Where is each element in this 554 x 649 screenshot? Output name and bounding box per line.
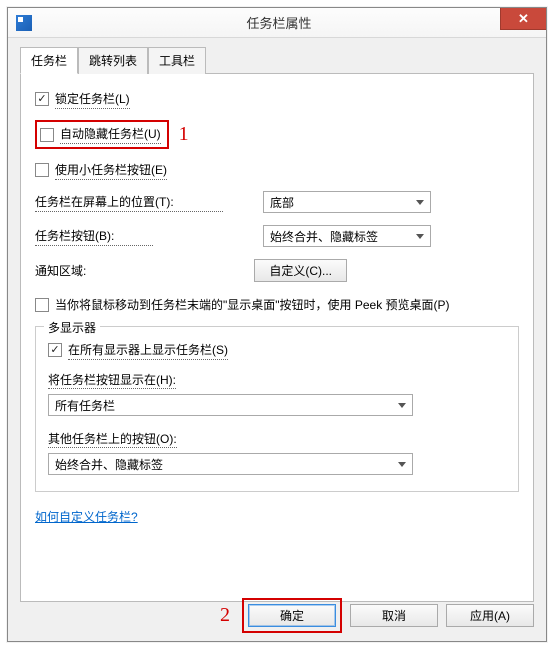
titlebar[interactable]: 任务栏属性 ✕ bbox=[8, 8, 546, 38]
select-other-buttons-value: 始终合并、隐藏标签 bbox=[55, 456, 163, 473]
group-multimonitor: 多显示器 在所有显示器上显示任务栏(S) 将任务栏按钮显示在(H): 所有任务栏… bbox=[35, 326, 519, 492]
tab-taskbar[interactable]: 任务栏 bbox=[20, 47, 78, 74]
annotation-box-1: 自动隐藏任务栏(U) bbox=[35, 120, 169, 149]
label-small-buttons: 使用小任务栏按钮(E) bbox=[55, 161, 167, 180]
dialog-footer: 2 确定 取消 应用(A) bbox=[220, 598, 534, 633]
apply-button[interactable]: 应用(A) bbox=[446, 604, 534, 627]
label-peek: 当你将鼠标移动到任务栏末端的"显示桌面"按钮时，使用 Peek 预览桌面(P) bbox=[55, 296, 450, 314]
cancel-button[interactable]: 取消 bbox=[350, 604, 438, 627]
close-button[interactable]: ✕ bbox=[500, 8, 546, 30]
close-icon: ✕ bbox=[518, 11, 529, 27]
checkbox-show-all[interactable] bbox=[48, 343, 62, 357]
select-buttons-value: 始终合并、隐藏标签 bbox=[270, 228, 378, 245]
dialog-window: 任务栏属性 ✕ 任务栏 跳转列表 工具栏 锁定任务栏(L) 自动隐藏任 bbox=[7, 7, 547, 642]
tab-jumplist[interactable]: 跳转列表 bbox=[78, 47, 148, 74]
label-notify: 通知区域: bbox=[35, 262, 86, 280]
label-other-buttons: 其他任务栏上的按钮(O): bbox=[48, 432, 177, 448]
customize-button[interactable]: 自定义(C)... bbox=[254, 259, 347, 282]
label-location: 任务栏在屏幕上的位置(T): bbox=[35, 193, 223, 212]
ok-button[interactable]: 确定 bbox=[248, 604, 336, 627]
select-show-on-value: 所有任务栏 bbox=[55, 397, 115, 414]
tabpanel-taskbar: 锁定任务栏(L) 自动隐藏任务栏(U) 1 使用小任务栏按钮(E) 任务栏在屏幕… bbox=[20, 74, 534, 602]
select-show-on[interactable]: 所有任务栏 bbox=[48, 394, 413, 416]
checkbox-autohide[interactable] bbox=[40, 128, 54, 142]
annotation-number-1: 1 bbox=[179, 123, 189, 146]
select-location[interactable]: 底部 bbox=[263, 191, 431, 213]
checkbox-small-buttons[interactable] bbox=[35, 163, 49, 177]
label-show-on: 将任务栏按钮显示在(H): bbox=[48, 373, 176, 389]
label-show-all: 在所有显示器上显示任务栏(S) bbox=[68, 341, 228, 360]
app-icon bbox=[16, 15, 32, 31]
select-location-value: 底部 bbox=[270, 194, 294, 211]
select-buttons[interactable]: 始终合并、隐藏标签 bbox=[263, 225, 431, 247]
label-lock-taskbar: 锁定任务栏(L) bbox=[55, 90, 130, 109]
window-title: 任务栏属性 bbox=[12, 13, 546, 32]
select-other-buttons[interactable]: 始终合并、隐藏标签 bbox=[48, 453, 413, 475]
checkbox-lock-taskbar[interactable] bbox=[35, 92, 49, 106]
tabstrip: 任务栏 跳转列表 工具栏 bbox=[20, 46, 534, 74]
checkbox-peek[interactable] bbox=[35, 298, 49, 312]
label-autohide: 自动隐藏任务栏(U) bbox=[60, 125, 161, 144]
group-multimonitor-title: 多显示器 bbox=[44, 319, 100, 336]
help-link[interactable]: 如何自定义任务栏? bbox=[35, 508, 138, 525]
annotation-number-2: 2 bbox=[220, 604, 230, 627]
annotation-box-2: 确定 bbox=[242, 598, 342, 633]
tab-toolbars[interactable]: 工具栏 bbox=[148, 47, 206, 74]
label-buttons: 任务栏按钮(B): bbox=[35, 227, 153, 246]
